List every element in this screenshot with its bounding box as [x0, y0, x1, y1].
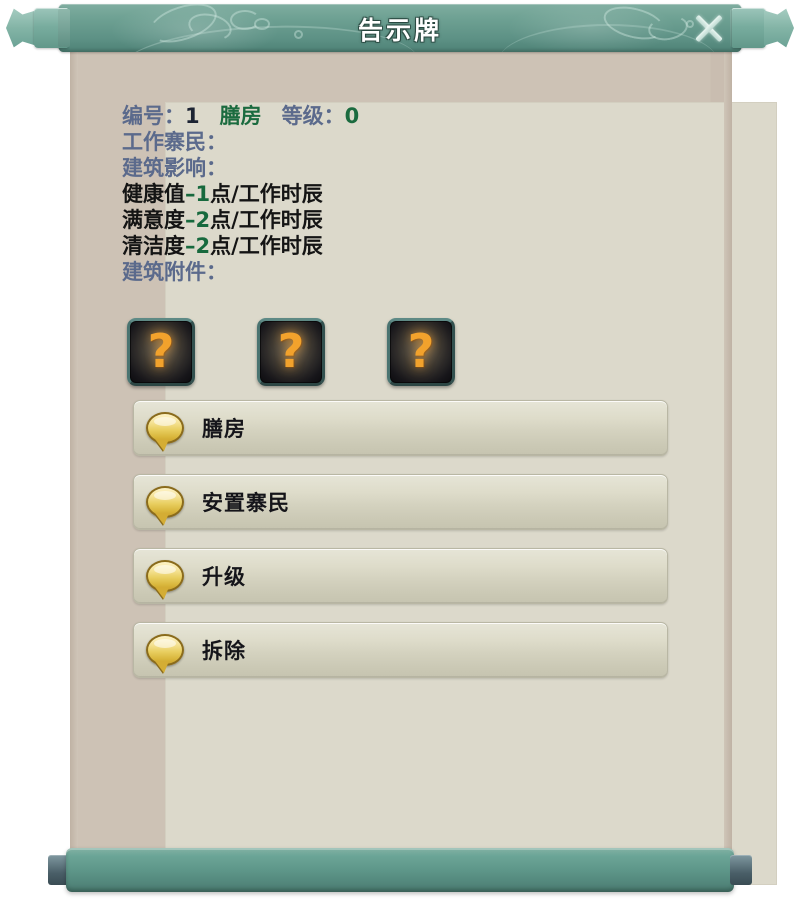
building-name: 膳房	[219, 104, 262, 128]
speech-bubble-icon	[146, 560, 184, 592]
button-kitchen[interactable]: 膳房	[133, 400, 668, 456]
effect-delta: –2	[185, 208, 211, 232]
id-value: 1	[185, 104, 200, 128]
effect-name: 清洁度	[122, 234, 185, 258]
button-label: 拆除	[202, 639, 246, 663]
effect-name: 满意度	[122, 208, 185, 232]
action-button-list: 膳房 安置寨民 升级 拆除	[133, 400, 668, 696]
accessory-slot-list: ? ? ?	[127, 318, 455, 386]
button-assign-villagers[interactable]: 安置寨民	[133, 474, 668, 530]
effect-name: 健康值	[122, 182, 185, 206]
effects-label: 建筑影响：	[122, 156, 227, 180]
workers-label: 工作寨民：	[122, 130, 227, 154]
window-title: 告示牌	[357, 16, 442, 45]
building-info: 编号：1 膳房 等级：0 工作寨民： 建筑影响： 健康值–1点/工作时辰 满意度–2…	[122, 103, 642, 285]
accessories-label: 建筑附件：	[122, 260, 227, 284]
accessory-slot-3[interactable]: ?	[387, 318, 455, 386]
level-value: 0	[344, 104, 360, 128]
question-mark-icon: ?	[407, 324, 435, 378]
roller-cap-right	[730, 855, 752, 885]
id-label: 编号：	[122, 104, 185, 128]
close-icon[interactable]	[690, 10, 728, 46]
finial-knob-icon	[732, 8, 766, 48]
scroll-finial-right	[730, 4, 796, 52]
scroll-bottom-roller	[66, 848, 734, 892]
question-mark-icon: ?	[147, 324, 175, 378]
question-mark-icon: ?	[277, 324, 305, 378]
window-titlebar: 告示牌	[58, 4, 742, 52]
effect-delta: –2	[185, 234, 211, 258]
info-line-effects-header: 建筑影响：	[122, 155, 642, 181]
notice-board-window: 告示牌 编号：1膳房等级：0 工作寨民： 建筑影响： 健康值–1点/工作时辰	[0, 0, 800, 917]
accessory-slot-1[interactable]: ?	[127, 318, 195, 386]
effect-row: 清洁度–2点/工作时辰	[122, 233, 642, 259]
effect-unit: 点/工作时辰	[210, 234, 323, 258]
finial-tip-icon	[764, 8, 794, 48]
button-label: 安置寨民	[202, 491, 290, 515]
info-line-identity: 编号：1 膳房 等级：0	[122, 103, 642, 129]
effect-row: 健康值–1点/工作时辰	[122, 181, 642, 207]
speech-bubble-icon	[146, 486, 184, 518]
button-upgrade[interactable]: 升级	[133, 548, 668, 604]
accessory-slot-2[interactable]: ?	[257, 318, 325, 386]
button-demolish[interactable]: 拆除	[133, 622, 668, 678]
effect-delta: –1	[185, 182, 211, 206]
speech-bubble-icon	[146, 634, 184, 666]
effect-unit: 点/工作时辰	[210, 208, 323, 232]
effect-row: 满意度–2点/工作时辰	[122, 207, 642, 233]
info-line-accessories-header: 建筑附件：	[122, 259, 642, 285]
speech-bubble-icon	[146, 412, 184, 444]
finial-cap-icon	[58, 9, 70, 47]
button-label: 升级	[202, 565, 246, 589]
scroll-finial-left	[4, 4, 70, 52]
effect-unit: 点/工作时辰	[210, 182, 323, 206]
info-line-workers: 工作寨民：	[122, 129, 642, 155]
finial-tip-icon	[6, 8, 36, 48]
level-label: 等级：	[281, 104, 345, 128]
button-label: 膳房	[202, 417, 246, 441]
